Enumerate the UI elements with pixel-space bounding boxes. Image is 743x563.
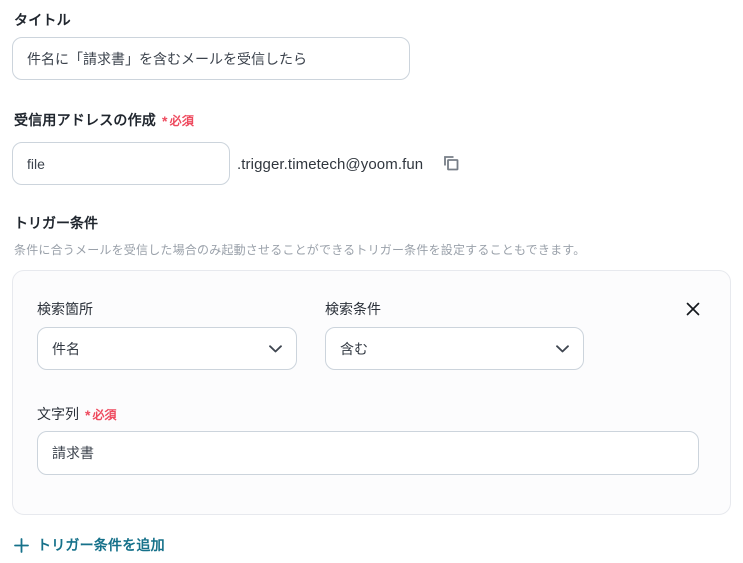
close-icon [685,301,701,317]
remove-condition-button[interactable] [681,297,705,321]
string-field-label: 文字列 * 必須 [37,404,116,424]
address-label-text: 受信用アドレスの作成 [14,112,156,128]
search-location-value: 件名 [52,340,80,357]
required-text: 必須 [92,407,117,422]
address-local-part-input[interactable] [12,142,230,185]
title-label-text: タイトル [14,12,71,28]
title-label: タイトル [14,10,71,30]
trigger-condition-card: 検索箇所 検索条件 件名 含む 文字列 * 必須 請求書 [12,270,731,515]
string-field-label-text: 文字列 [37,406,79,422]
required-badge: * 必須 [85,406,116,423]
search-location-label: 検索箇所 [37,299,93,319]
required-text: 必須 [169,113,195,128]
required-asterisk: * [162,113,168,129]
copy-address-button[interactable] [441,152,463,174]
plus-icon [14,537,29,553]
add-trigger-condition-label: トリガー条件を追加 [37,537,165,553]
search-condition-label-text: 検索条件 [325,301,381,317]
required-badge: * 必須 [162,112,194,129]
chevron-down-icon [556,344,569,353]
add-trigger-condition-link[interactable]: トリガー条件を追加 [14,535,165,555]
address-domain-suffix: .trigger.timetech@yoom.fun [237,156,424,173]
search-condition-value: 含む [340,340,368,357]
search-condition-label: 検索条件 [325,299,381,319]
chevron-down-icon [269,344,282,353]
string-value-input[interactable] [37,431,699,475]
search-condition-select[interactable]: 含む [325,327,584,370]
required-asterisk: * [85,407,91,423]
search-location-label-text: 検索箇所 [37,301,93,317]
trigger-conditions-heading: トリガー条件 [14,215,98,231]
copy-icon [441,153,461,173]
address-label: 受信用アドレスの作成 * 必須 [14,110,194,130]
title-input[interactable] [12,37,410,80]
trigger-conditions-description: 条件に合うメールを受信した場合のみ起動させることができるトリガー条件を設定するこ… [14,243,586,257]
search-location-select[interactable]: 件名 [37,327,297,370]
